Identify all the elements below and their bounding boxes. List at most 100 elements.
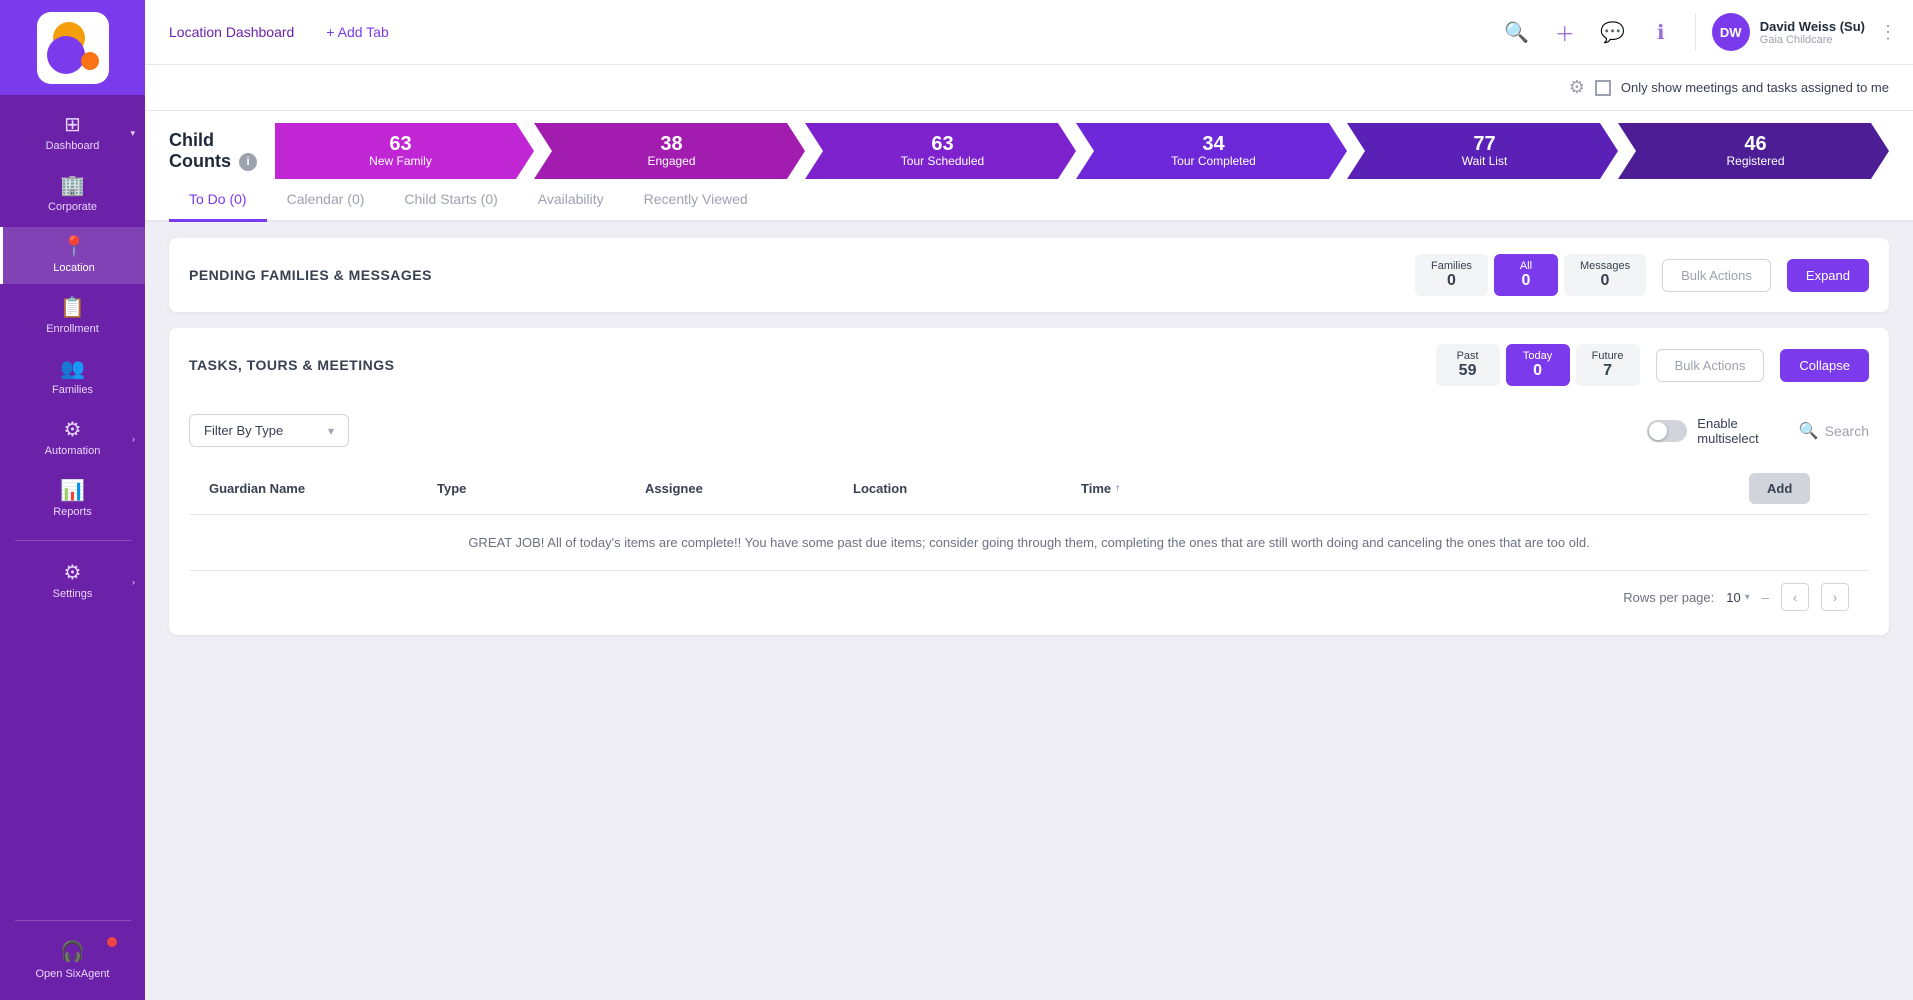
user-more-icon[interactable]: ⋮ (1879, 22, 1897, 43)
th-location: Location (853, 473, 1073, 504)
sidebar-item-label: Location (53, 262, 95, 274)
tasks-filter-future[interactable]: Future7 (1576, 344, 1640, 386)
th-time[interactable]: Time↑ (1081, 473, 1741, 504)
child-counts-info-icon[interactable]: i (239, 153, 257, 171)
search-icon-button[interactable]: 🔍 (1499, 14, 1535, 50)
sidebar-bottom: 🎧 Open SixAgent (0, 912, 145, 1000)
sidebar-item-label: Families (52, 384, 93, 396)
user-avatar: DW (1712, 13, 1750, 51)
tabs-bar: To Do (0)Calendar (0)Child Starts (0)Ava… (145, 179, 1913, 222)
sidebar-item-settings[interactable]: ⚙ Settings › (0, 553, 145, 610)
multiselect-toggle[interactable] (1647, 420, 1687, 442)
rows-per-page-select[interactable]: 10 ▾ (1726, 590, 1750, 605)
pending-filter-group: Families0All0Messages0 (1415, 254, 1646, 296)
add-icon-button[interactable]: ＋ (1547, 14, 1583, 50)
filter-type-label: Filter By Type (204, 423, 283, 438)
tasks-filter-past[interactable]: Past59 (1436, 344, 1500, 386)
table-message: GREAT JOB! All of today's items are comp… (189, 515, 1869, 570)
funnel-step-registered[interactable]: 46Registered (1618, 123, 1889, 179)
chevron-right-icon: › (132, 434, 135, 444)
tab-calendar[interactable]: Calendar (0) (267, 179, 385, 222)
topbar-tabs: Location Dashboard + Add Tab (161, 20, 397, 44)
sidebar-item-corporate[interactable]: 🏢 Corporate (0, 166, 145, 223)
info-icon-button[interactable]: ℹ (1643, 14, 1679, 50)
sidebar-item-enrollment[interactable]: 📋 Enrollment (0, 288, 145, 345)
location-icon: 📍 (62, 237, 87, 257)
main-content: Location Dashboard + Add Tab 🔍 ＋ 💬 ℹ DW … (145, 0, 1913, 1000)
sidebar-item-label: Settings (53, 588, 93, 600)
assigned-to-me-checkbox[interactable] (1595, 80, 1611, 96)
child-counts-title: Child (169, 130, 259, 151)
families-icon: 👥 (60, 359, 85, 379)
tasks-collapse-button[interactable]: Collapse (1780, 349, 1869, 382)
pagination-prev-button[interactable]: ‹ (1781, 583, 1809, 611)
logo-box (37, 12, 109, 84)
tab-recently-viewed[interactable]: Recently Viewed (624, 179, 768, 222)
tasks-filter-today[interactable]: Today0 (1506, 344, 1570, 386)
sidebar-nav: ⊞ Dashboard ▾ 🏢 Corporate 📍 Location 📋 E… (0, 95, 145, 610)
tab-availability[interactable]: Availability (518, 179, 624, 222)
sidebar-item-location[interactable]: 📍 Location (0, 227, 145, 284)
chevron-down-icon: ▾ (130, 128, 135, 139)
tab-to-do[interactable]: To Do (0) (169, 179, 267, 222)
chevron-right-icon: › (132, 577, 135, 587)
pending-families-title: PENDING FAMILIES & MESSAGES (189, 267, 432, 283)
content-area: ⚙ Only show meetings and tasks assigned … (145, 65, 1913, 1000)
toggle-thumb (1649, 422, 1667, 440)
messages-icon-button[interactable]: 💬 (1595, 14, 1631, 50)
agent-icon: 🎧 (60, 939, 85, 964)
tasks-body: Filter By Type ▾ Enable multiselect 🔍 Se… (169, 402, 1889, 635)
funnel-step-tour-completed[interactable]: 34Tour Completed (1076, 123, 1347, 179)
topbar-tab-location-dashboard[interactable]: Location Dashboard (161, 20, 302, 44)
sidebar-item-label: Automation (45, 445, 101, 457)
tasks-card-header: TASKS, TOURS & MEETINGS Past59Today0Futu… (169, 328, 1889, 402)
sidebar-item-automation[interactable]: ⚙ Automation › (0, 410, 145, 467)
th-guardian-name: Guardian Name (209, 473, 429, 504)
pagination-dash: – (1762, 590, 1769, 605)
tab-child-starts[interactable]: Child Starts (0) (384, 179, 517, 222)
filter-by-type-dropdown[interactable]: Filter By Type ▾ (189, 414, 349, 447)
topbar: Location Dashboard + Add Tab 🔍 ＋ 💬 ℹ DW … (145, 0, 1913, 65)
add-task-button[interactable]: Add (1749, 473, 1810, 504)
funnel-step-wait-list[interactable]: 77Wait List (1347, 123, 1618, 179)
search-label[interactable]: Search (1825, 423, 1869, 439)
sidebar-item-agent[interactable]: 🎧 Open SixAgent (0, 929, 145, 990)
sidebar-divider (15, 540, 131, 541)
search-area: 🔍 Search (1799, 421, 1869, 441)
user-name: David Weiss (Su) (1760, 19, 1865, 34)
pending-filter-families[interactable]: Families0 (1415, 254, 1488, 296)
tasks-controls: Filter By Type ▾ Enable multiselect 🔍 Se… (189, 414, 1869, 447)
rows-per-page-label: Rows per page: (1623, 590, 1714, 605)
cards-area: PENDING FAMILIES & MESSAGES Families0All… (145, 222, 1913, 651)
funnel-bar: 63New Family38Engaged63Tour Scheduled34T… (275, 123, 1889, 179)
sidebar-item-families[interactable]: 👥 Families (0, 349, 145, 406)
dashboard-icon: ⊞ (64, 115, 81, 135)
pending-filter-messages[interactable]: Messages0 (1564, 254, 1646, 296)
th-assignee: Assignee (645, 473, 845, 504)
funnel-step-tour-scheduled[interactable]: 63Tour Scheduled (805, 123, 1076, 179)
user-org: Gaia Childcare (1760, 34, 1865, 46)
tasks-bulk-actions-button[interactable]: Bulk Actions (1656, 349, 1765, 382)
table-footer: Rows per page: 10 ▾ – ‹ › (189, 570, 1869, 623)
settings-icon: ⚙ (64, 563, 82, 583)
multiselect-label: Enable multiselect (1697, 416, 1758, 446)
user-section: DW David Weiss (Su) Gaia Childcare ⋮ (1695, 13, 1897, 51)
assigned-to-me-label: Only show meetings and tasks assigned to… (1621, 80, 1889, 95)
pending-bulk-actions-button[interactable]: Bulk Actions (1662, 259, 1771, 292)
funnel-step-new-family[interactable]: 63New Family (275, 123, 534, 179)
settings-gear-icon[interactable]: ⚙ (1569, 77, 1585, 98)
sidebar-divider-bottom (15, 920, 131, 921)
enrollment-icon: 📋 (60, 298, 85, 318)
pending-filter-all[interactable]: All0 (1494, 254, 1558, 296)
funnel-step-engaged[interactable]: 38Engaged (534, 123, 805, 179)
sidebar-item-label: Corporate (48, 201, 97, 213)
add-tab-button[interactable]: + Add Tab (318, 20, 396, 44)
sidebar-item-reports[interactable]: 📊 Reports (0, 471, 145, 528)
pagination-next-button[interactable]: › (1821, 583, 1849, 611)
pending-families-card: PENDING FAMILIES & MESSAGES Families0All… (169, 238, 1889, 312)
pending-expand-button[interactable]: Expand (1787, 259, 1869, 292)
agent-status-dot (107, 937, 117, 947)
sidebar-item-label: Reports (53, 506, 92, 518)
sidebar-item-dashboard[interactable]: ⊞ Dashboard ▾ (0, 105, 145, 162)
sidebar: ⊞ Dashboard ▾ 🏢 Corporate 📍 Location 📋 E… (0, 0, 145, 1000)
